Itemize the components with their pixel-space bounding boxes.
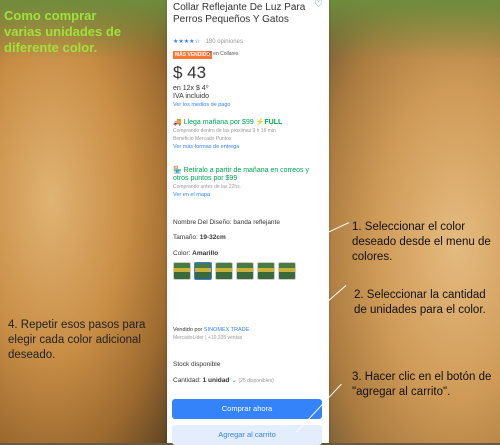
shipping-block: 🚚 Llega mañana por $99 ⚡FULL Comprando d… bbox=[173, 119, 323, 151]
tax-note: IVA incluido bbox=[173, 93, 210, 100]
seller-name-link[interactable]: SINOMEX TRADE bbox=[204, 327, 249, 333]
design-row: Nombre Del Diseño: banda reflejante bbox=[173, 219, 323, 227]
tutorial-title: Como comprar varias unidades de diferent… bbox=[4, 8, 122, 55]
installments-text: en 12x $ 4⁰ bbox=[173, 85, 209, 92]
color-swatch[interactable] bbox=[215, 262, 233, 280]
shipping-title: Llega mañana por $99 bbox=[183, 119, 254, 126]
color-swatch-selected[interactable] bbox=[194, 262, 212, 280]
puppy-photo-left bbox=[0, 0, 170, 443]
map-link[interactable]: Ver en el mapa bbox=[173, 191, 323, 199]
color-swatches bbox=[173, 262, 323, 285]
annotation-step-1: 1. Seleccionar el color deseado desde el… bbox=[352, 221, 491, 263]
size-row: Tamaño: 19-32cm bbox=[173, 234, 323, 242]
quantity-available: (25 disponibles) bbox=[238, 378, 274, 384]
seller-block: Vendido por SINOMEX TRADE MercadoLíder |… bbox=[173, 326, 323, 342]
shipping-detail: Comprando dentro de las próximas 9 h 16 … bbox=[173, 128, 276, 134]
pickup-title: Retiralo a partir de mañana en correos y… bbox=[173, 167, 309, 182]
rating-stars-icon: ★★★★☆ bbox=[173, 39, 200, 45]
seller-meta: MercadoLíder | +10,335 ventas bbox=[173, 335, 243, 341]
buy-now-button[interactable]: Comprar ahora bbox=[172, 399, 322, 419]
shipping-benefit: Beneficio Mercado Puntos bbox=[173, 136, 232, 142]
pickup-block: 🏪 Retiralo a partir de mañana en correos… bbox=[173, 167, 323, 199]
color-swatch[interactable] bbox=[173, 262, 191, 280]
full-badge: ⚡FULL bbox=[255, 119, 283, 126]
seller-label: Vendido por bbox=[173, 327, 203, 333]
category-rank: 2° en Collares bbox=[207, 51, 239, 57]
size-value: 19-32cm bbox=[199, 234, 226, 241]
stock-status: Stock disponible bbox=[173, 361, 221, 368]
shipping-more-link[interactable]: Ver más formas de entrega bbox=[173, 143, 323, 151]
size-label: Tamaño: bbox=[173, 234, 198, 241]
price: $ 43 bbox=[173, 63, 207, 82]
quantity-label: Cantidad: bbox=[173, 377, 201, 384]
favorite-heart-icon[interactable]: ♡ bbox=[314, 0, 323, 10]
product-title: Collar Reflejante De Luz Para Perros Peq… bbox=[173, 2, 306, 25]
product-panel: Collar Reflejante De Luz Para Perros Peq… bbox=[167, 0, 329, 445]
pickup-detail: Comprando antes de las 22hs. bbox=[173, 184, 242, 190]
color-swatch[interactable] bbox=[278, 262, 296, 280]
rating[interactable]: ★★★★☆ 180 opiniones bbox=[173, 38, 243, 45]
design-value: banda reflejante bbox=[233, 219, 280, 226]
payment-methods-link[interactable]: Ver los medios de pago bbox=[173, 101, 230, 109]
annotation-step-4: 4. Repetir esos pasos para elegir cada c… bbox=[8, 319, 146, 361]
quantity-selector[interactable]: Cantidad: 1 unidad ⌄ (25 disponibles) bbox=[173, 377, 323, 385]
store-icon: 🏪 bbox=[173, 167, 182, 174]
chevron-down-icon[interactable]: ⌄ bbox=[231, 377, 236, 384]
design-label: Nombre Del Diseño: bbox=[173, 219, 232, 226]
truck-icon: 🚚 bbox=[173, 119, 182, 126]
color-swatch[interactable] bbox=[257, 262, 275, 280]
installments: en 12x $ 4⁰ IVA incluido Ver los medios … bbox=[173, 85, 230, 109]
annotation-step-2: 2. Seleccionar la cantidad de unidades p… bbox=[354, 289, 486, 316]
rating-count: 180 opiniones bbox=[205, 39, 243, 45]
color-value: Amarillo bbox=[192, 250, 219, 257]
color-swatch[interactable] bbox=[236, 262, 254, 280]
annotation-step-3: 3. Hacer clic en el botón de "agregar al… bbox=[352, 371, 492, 398]
quantity-value[interactable]: 1 unidad bbox=[203, 377, 230, 384]
color-row: Color: Amarillo bbox=[173, 250, 323, 258]
color-label: Color: bbox=[173, 250, 191, 257]
